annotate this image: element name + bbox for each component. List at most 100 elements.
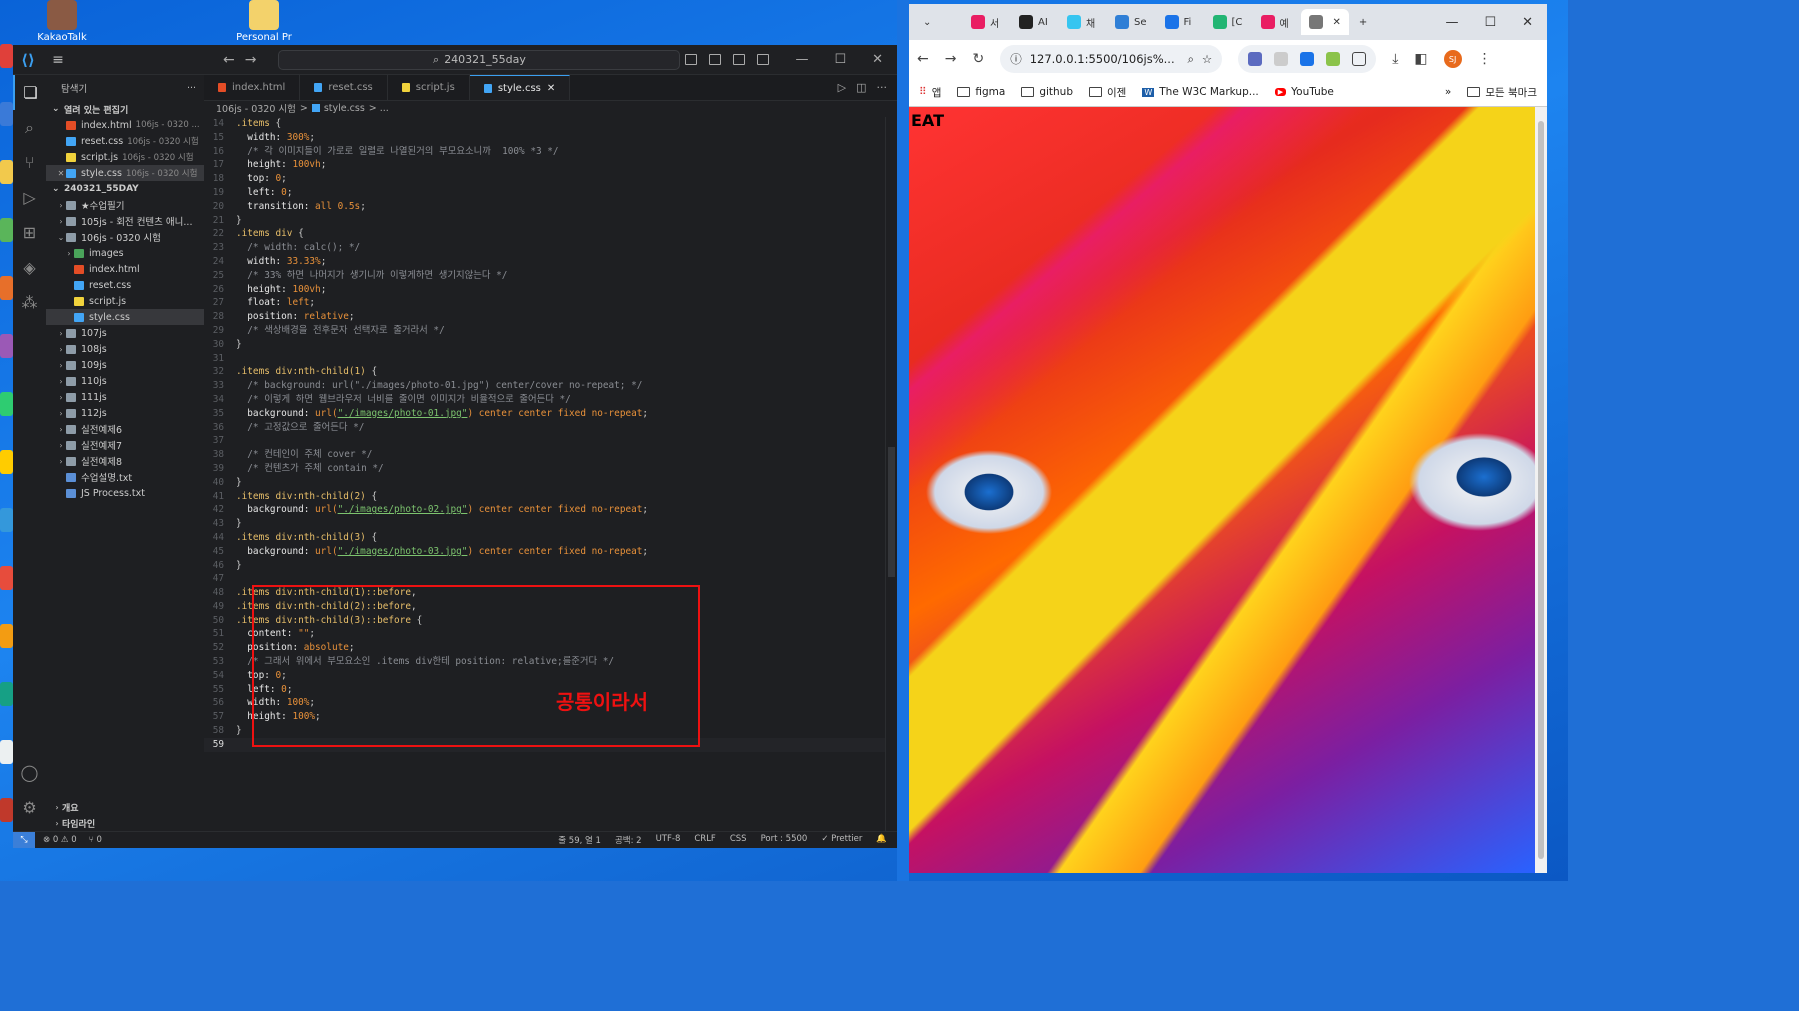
toggle-secondary-sidebar-icon[interactable] xyxy=(733,54,746,65)
tree-folder[interactable]: › 112js xyxy=(46,405,204,421)
maximize-icon[interactable]: ☐ xyxy=(834,52,846,67)
cursor-position[interactable]: 줄 59, 열 1 xyxy=(558,834,601,846)
indentation[interactable]: 공백: 2 xyxy=(615,834,642,846)
extensions-icon[interactable]: ⊞ xyxy=(13,215,46,250)
all-bookmarks[interactable]: 모든 북마크 xyxy=(1467,85,1537,100)
tree-folder[interactable]: › ★수업필기 xyxy=(46,197,204,213)
tab-style-css[interactable]: style.css ✕ xyxy=(469,75,571,100)
desktop-icon-kakaotalk[interactable]: KakaoTalk xyxy=(30,0,94,43)
tree-folder[interactable]: › 111js xyxy=(46,389,204,405)
new-tab-button[interactable]: + xyxy=(1351,9,1397,35)
outline-section[interactable]: › 개요 xyxy=(46,799,204,815)
browser-tab[interactable]: 채 xyxy=(1059,9,1105,35)
tab-search-button[interactable]: ⌄ xyxy=(915,9,961,35)
close-icon[interactable]: ✕ xyxy=(1522,15,1533,30)
avatar[interactable]: SJ xyxy=(1443,50,1462,68)
open-editor-item[interactable]: index.html 106js - 0320 ... xyxy=(46,117,204,133)
tree-file[interactable]: style.css xyxy=(46,309,204,325)
browser-tab[interactable]: AI xyxy=(1011,9,1057,35)
tree-folder[interactable]: › images xyxy=(46,245,204,261)
bookmark-apps[interactable]: ⠿ 앱 xyxy=(919,85,941,100)
notifications-icon[interactable]: 🔔 xyxy=(876,834,887,846)
tab-index-html[interactable]: index.html xyxy=(204,75,301,100)
menu-kebab-icon[interactable]: ⋮ xyxy=(1478,51,1492,67)
command-center-search[interactable]: ⌕ 240321_55day xyxy=(278,49,681,70)
explorer-icon[interactable]: ❏ xyxy=(13,75,46,110)
zoom-icon[interactable]: ⌕ xyxy=(1187,52,1193,67)
ports-status[interactable]: ⑂ 0 xyxy=(89,835,102,845)
encoding[interactable]: UTF-8 xyxy=(656,834,681,846)
toggle-sidebar-icon[interactable] xyxy=(685,54,698,65)
search-view-icon[interactable]: ⌕ xyxy=(13,110,46,145)
tree-folder[interactable]: › 107js xyxy=(46,325,204,341)
close-icon[interactable]: ✕ xyxy=(56,169,66,178)
bookmark-folder[interactable]: github xyxy=(1021,86,1073,98)
tree-folder[interactable]: › 108js xyxy=(46,341,204,357)
side-panel-icon[interactable]: ◧ xyxy=(1414,51,1427,67)
tree-file[interactable]: 수업설명.txt xyxy=(46,469,204,485)
page-scrollbar[interactable] xyxy=(1535,107,1547,873)
remote-explorer-icon[interactable]: ⁂ xyxy=(13,285,46,320)
forward-icon[interactable]: → xyxy=(945,51,957,67)
open-editor-item[interactable]: script.js 106js - 0320 시험 xyxy=(46,149,204,165)
bookmark-folder[interactable]: figma xyxy=(957,86,1005,98)
tree-folder[interactable]: › 110js xyxy=(46,373,204,389)
web-page-viewport[interactable]: EAT xyxy=(909,107,1535,873)
bookmark-star-icon[interactable]: ☆ xyxy=(1202,52,1212,66)
extension-icon[interactable] xyxy=(1248,52,1263,66)
account-icon[interactable]: ◯ xyxy=(13,755,46,790)
tab-reset-css[interactable]: reset.css xyxy=(300,75,388,100)
editor-scrollbar[interactable] xyxy=(885,117,897,831)
extension-icon[interactable] xyxy=(1326,52,1341,66)
timeline-section[interactable]: › 타임라인 xyxy=(46,815,204,831)
prettier-status[interactable]: ✓ Prettier xyxy=(821,834,862,846)
browser-tab[interactable]: ✕ xyxy=(1300,9,1349,35)
problems-status[interactable]: ⊗ 0 ⚠ 0 xyxy=(43,835,77,845)
maximize-icon[interactable]: ☐ xyxy=(1484,15,1496,30)
minimize-icon[interactable]: — xyxy=(795,52,808,67)
minimize-icon[interactable]: — xyxy=(1445,15,1458,30)
tree-folder[interactable]: › 105js - 회전 컨텐츠 애니... xyxy=(46,213,204,229)
more-bookmarks-icon[interactable]: » xyxy=(1445,86,1451,98)
source-control-icon[interactable]: ⑂ xyxy=(13,145,46,180)
live-server-port[interactable]: Port : 5500 xyxy=(761,834,808,846)
tree-file[interactable]: JS Process.txt xyxy=(46,485,204,501)
run-debug-icon[interactable]: ▷ xyxy=(13,180,46,215)
tab-script-js[interactable]: script.js xyxy=(388,75,470,100)
remote-indicator-icon[interactable]: ⤡ xyxy=(13,831,35,848)
close-icon[interactable]: ✕ xyxy=(547,83,555,94)
toggle-panel-icon[interactable] xyxy=(709,54,722,65)
browser-tab[interactable]: Fi xyxy=(1157,9,1203,35)
puzzle-extensions-icon[interactable] xyxy=(1352,52,1367,66)
breadcrumb-folder[interactable]: 106js - 0320 시험 xyxy=(216,101,296,115)
split-editor-icon[interactable]: ◫ xyxy=(856,81,866,94)
customize-layout-icon[interactable] xyxy=(757,54,770,65)
browser-tab[interactable]: Se xyxy=(1107,9,1155,35)
close-icon[interactable]: ✕ xyxy=(872,52,883,67)
tree-file[interactable]: reset.css xyxy=(46,277,204,293)
download-icon[interactable]: ⤓ xyxy=(1392,51,1398,67)
open-editors-header[interactable]: ⌄ 열려 있는 편집기 xyxy=(46,101,204,117)
tree-folder[interactable]: › 실전예제6 xyxy=(46,421,204,437)
bookmark-folder[interactable]: 이젠 xyxy=(1089,85,1126,100)
tree-folder[interactable]: › 실전예제7 xyxy=(46,437,204,453)
address-bar[interactable]: ⓘ 127.0.0.1:5500/106js%... ⌕ ☆ xyxy=(1000,45,1223,73)
menu-icon[interactable]: ≡ xyxy=(43,52,73,68)
bookmark-youtube[interactable]: ▶ YouTube xyxy=(1274,86,1334,98)
run-icon[interactable]: ▷ xyxy=(838,81,846,94)
tree-file[interactable]: index.html xyxy=(46,261,204,277)
open-editor-item[interactable]: reset.css 106js - 0320 시험 xyxy=(46,133,204,149)
tree-folder[interactable]: › 실전예제8 xyxy=(46,453,204,469)
back-icon[interactable]: ← xyxy=(917,51,929,67)
reload-icon[interactable]: ↻ xyxy=(972,51,984,67)
site-info-icon[interactable]: ⓘ xyxy=(1010,51,1022,67)
more-actions-icon[interactable]: ··· xyxy=(877,81,888,94)
settings-gear-icon[interactable]: ⚙ xyxy=(13,790,46,825)
workspace-header[interactable]: ⌄ 240321_55DAY xyxy=(46,181,204,197)
tree-folder[interactable]: ⌄ 106js - 0320 시험 xyxy=(46,229,204,245)
bookmark-w3c[interactable]: W The W3C Markup... xyxy=(1142,86,1259,98)
language-mode[interactable]: CSS xyxy=(730,834,747,846)
back-icon[interactable]: ← xyxy=(223,52,245,68)
extension-icon[interactable] xyxy=(1274,52,1289,66)
tree-file[interactable]: script.js xyxy=(46,293,204,309)
